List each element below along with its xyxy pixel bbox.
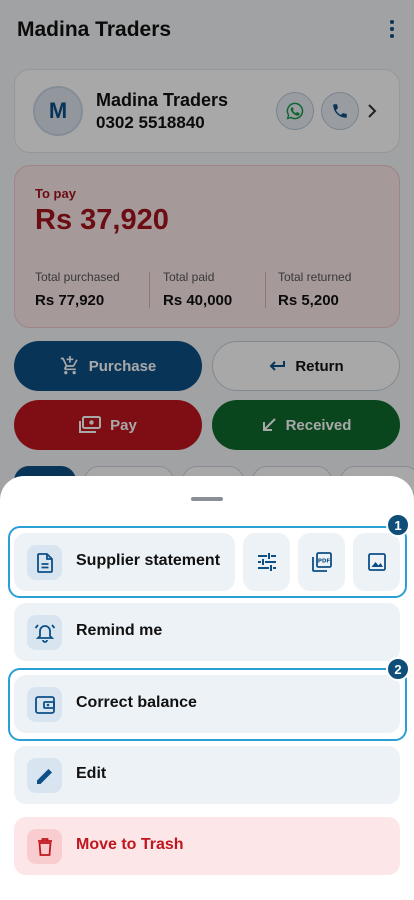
step-badge: 1 xyxy=(386,513,410,537)
remind-me-button[interactable]: Remind me xyxy=(14,603,400,661)
move-to-trash-label: Move to Trash xyxy=(76,836,184,853)
alarm-icon xyxy=(27,615,62,650)
highlight-frame xyxy=(8,526,407,598)
step-badge: 2 xyxy=(386,657,410,681)
edit-label: Edit xyxy=(76,765,107,782)
remind-me-label: Remind me xyxy=(76,622,163,639)
move-to-trash-button[interactable]: Move to Trash xyxy=(14,817,400,875)
highlight-frame xyxy=(8,668,407,741)
pencil-icon xyxy=(27,758,62,793)
drag-handle[interactable] xyxy=(191,497,223,501)
trash-icon xyxy=(27,829,62,864)
edit-button[interactable]: Edit xyxy=(14,746,400,804)
